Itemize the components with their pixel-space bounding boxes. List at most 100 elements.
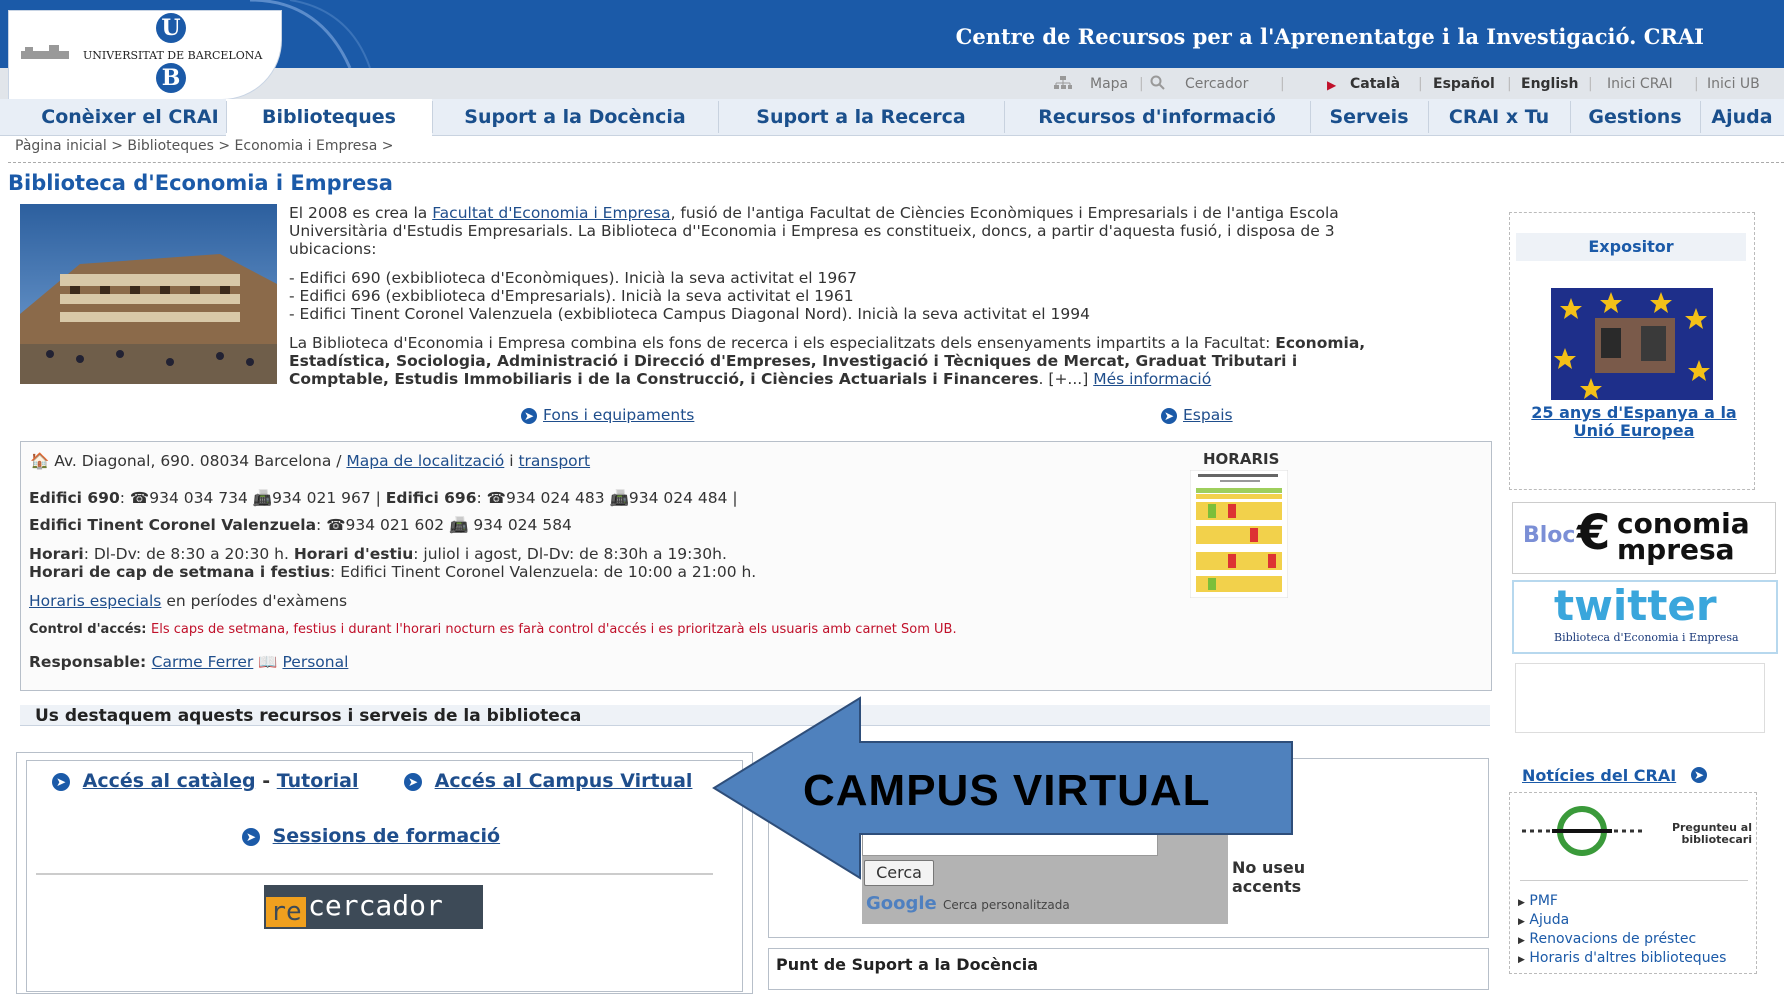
arrow-circle-icon: ➤ [404, 772, 422, 791]
fons-equipaments-link[interactable]: Fons i equipaments [543, 406, 694, 424]
bullet-icon: ▶ [1518, 898, 1525, 908]
cataleg-link[interactable]: Accés al catàleg [83, 770, 256, 792]
bullet-icon: ▶ [1518, 917, 1525, 927]
horaris-title: HORARIS [1203, 450, 1280, 468]
pmf-link[interactable]: PMF [1529, 893, 1558, 909]
facultat-link[interactable]: Facultat d'Economia i Empresa [432, 204, 670, 222]
eu-flag-image[interactable] [1551, 288, 1713, 400]
phone-icon: ☎ [129, 489, 150, 507]
horaris-altres-link[interactable]: Horaris d'altres biblioteques [1529, 950, 1726, 966]
address-line: 🏠 Av. Diagonal, 690. 08034 Barcelona / M… [30, 452, 590, 470]
horari-cap-text: : Edifici Tinent Coronel Valenzuela: de … [330, 563, 757, 581]
list-item: - Edifici Tinent Coronel Valenzuela (exb… [289, 305, 1090, 323]
nav-suport-docencia[interactable]: Suport a la Docència [432, 99, 718, 135]
nav-ajuda[interactable]: Ajuda [1700, 99, 1784, 135]
list-item[interactable]: ▶ Horaris d'altres biblioteques [1518, 950, 1748, 969]
university-name: UNIVERSITAT DE BARCELONA [83, 49, 263, 62]
bullet-icon: ▶ [1518, 955, 1525, 965]
arrow-circle-icon: ➤ [1161, 407, 1177, 424]
nav-biblioteques[interactable]: Biblioteques [226, 99, 432, 135]
nav-serveis[interactable]: Serveis [1310, 99, 1428, 135]
responsable-link[interactable]: Carme Ferrer [152, 653, 254, 671]
espais-link[interactable]: Espais [1183, 406, 1233, 424]
horaris-especials-link[interactable]: Horaris especials [29, 592, 161, 610]
and-text: i [504, 452, 519, 470]
lang-catala[interactable]: Català [1350, 76, 1400, 92]
fons-equipaments-link-wrap[interactable]: ➤ Fons i equipaments [521, 406, 694, 424]
control-acces-line: Control d'accés: Els caps de setmana, fe… [29, 622, 957, 637]
horaris-thumbnail[interactable] [1190, 470, 1288, 598]
nav-conexier-crai[interactable]: Conèixer el CRAI [10, 99, 250, 135]
sessions-formacio-link[interactable]: Sessions de formació [273, 825, 500, 847]
bloc-economia-banner[interactable]: Bloc € conomia mpresa [1512, 502, 1776, 574]
mapa-link[interactable]: Mapa [1090, 76, 1128, 92]
mes-informacio-link[interactable]: Més informació [1093, 370, 1211, 388]
tcv-fax: 934 024 584 [473, 516, 572, 534]
lang-english[interactable]: English [1521, 76, 1578, 92]
phones-line-2: Edifici Tinent Coronel Valenzuela: ☎934 … [29, 516, 572, 534]
toolbar-separator: | [1588, 76, 1593, 92]
phones-line-1: Edifici 690: ☎934 034 734 📠934 021 967 |… [29, 489, 738, 507]
punt-suport-docencia: Punt de Suport a la Docència [776, 955, 1039, 974]
google-logo: Google [866, 893, 937, 914]
resources-divider [36, 873, 713, 875]
responsable-label: Responsable: [29, 653, 152, 671]
twitter-logo: twitter [1554, 581, 1717, 630]
section-title: Us destaquem aquests recursos i serveis … [35, 706, 582, 726]
list-item: - Edifici 696 (exbiblioteca d'Empresaria… [289, 287, 854, 305]
list-item[interactable]: ▶ Renovacions de préstec [1518, 931, 1748, 950]
lang-espanol[interactable]: Español [1433, 76, 1495, 92]
horari-estiu-text: : juliol i agost, Dl-Dv: de 8:30h a 19:3… [413, 545, 727, 563]
fax-icon: 📠 [252, 489, 273, 507]
horari-cap-label: Horari de cap de setmana i festius [29, 563, 331, 581]
espais-link-wrap[interactable]: ➤ Espais [1161, 406, 1233, 424]
cercador-link[interactable]: Cercador [1185, 76, 1248, 92]
twitter-banner[interactable]: twitter Biblioteca d'Economia i Empresa [1512, 580, 1778, 654]
expositor-caption-link[interactable]: 25 anys d'Espanya a la Unió Europea [1514, 404, 1754, 440]
personal-link[interactable]: Personal [282, 653, 348, 671]
list-item[interactable]: ▶ Ajuda [1518, 912, 1748, 931]
ajuda-link[interactable]: Ajuda [1529, 912, 1569, 928]
control-text: Els caps de setmana, festius i durant l'… [151, 622, 957, 637]
intro-bold: Estadística, Sociologia, Administració i… [289, 352, 1298, 370]
responsable-line: Responsable: Carme Ferrer 📖 Personal [29, 653, 348, 671]
control-label: Control d'accés: [29, 622, 152, 637]
nav-recursos-informacio[interactable]: Recursos d'informació [1004, 99, 1310, 135]
resources-box [26, 760, 743, 992]
transport-link[interactable]: transport [518, 452, 590, 470]
search-icon [1150, 75, 1165, 90]
ed690-tel: 934 034 734 [149, 489, 248, 507]
fons-paragraph: La Biblioteca d'Economia i Empresa combi… [289, 334, 1489, 388]
bullet-icon: ▶ [1518, 936, 1525, 946]
intro-text: La Biblioteca d'Economia i Empresa combi… [289, 334, 1276, 352]
noticies-crai-link[interactable]: Notícies del CRAI [1522, 766, 1676, 785]
toolbar-separator: | [1280, 76, 1285, 92]
horari-line: Horari: Dl-Dv: de 8:30 a 20:30 h. Horari… [29, 545, 727, 563]
recercador-logo[interactable]: re cercador [264, 885, 483, 929]
campus-virtual-link[interactable]: Accés al Campus Virtual [435, 770, 693, 792]
nav-suport-recerca[interactable]: Suport a la Recerca [718, 99, 1004, 135]
renovacions-link[interactable]: Renovacions de préstec [1529, 931, 1696, 947]
ub-logo[interactable]: U B UNIVERSITAT DE BARCELONA [8, 10, 282, 100]
tcv-label: Edifici Tinent Coronel Valenzuela [29, 516, 317, 534]
toolbar-separator: | [1418, 76, 1423, 92]
crai-title: Centre de Recursos per a l'Aprenentatge … [955, 24, 1704, 49]
euro-e-icon: € [1577, 505, 1611, 561]
cerca-personalitzada: Cerca personalitzada [943, 898, 1070, 912]
noticies-divider [1520, 880, 1748, 881]
nav-crai-x-tu[interactable]: CRAI x Tu [1428, 99, 1570, 135]
inici-crai-link[interactable]: Inici CRAI [1607, 76, 1673, 92]
breadcrumb[interactable]: Pàgina inicial > Biblioteques > Economia… [15, 138, 393, 154]
pregunteu-logo-icon[interactable] [1522, 806, 1642, 856]
tcv-tel: 934 021 602 [345, 516, 445, 534]
pregunteu-bibliotecari[interactable]: Pregunteu al bibliotecari [1640, 822, 1752, 846]
nav-gestions[interactable]: Gestions [1570, 99, 1700, 135]
intro-bold: Economia, [1275, 334, 1366, 352]
page-title: Biblioteca d'Economia i Empresa [8, 171, 393, 195]
arrow-circle-icon: ➤ [52, 772, 70, 791]
intro-bold: Comptable, Estudis Immobiliaris i de la … [289, 370, 1039, 388]
inici-ub-link[interactable]: Inici UB [1707, 76, 1760, 92]
tutorial-link[interactable]: Tutorial [277, 770, 359, 792]
mapa-localitzacio-link[interactable]: Mapa de localització [346, 452, 504, 470]
list-item[interactable]: ▶ PMF [1518, 893, 1748, 912]
